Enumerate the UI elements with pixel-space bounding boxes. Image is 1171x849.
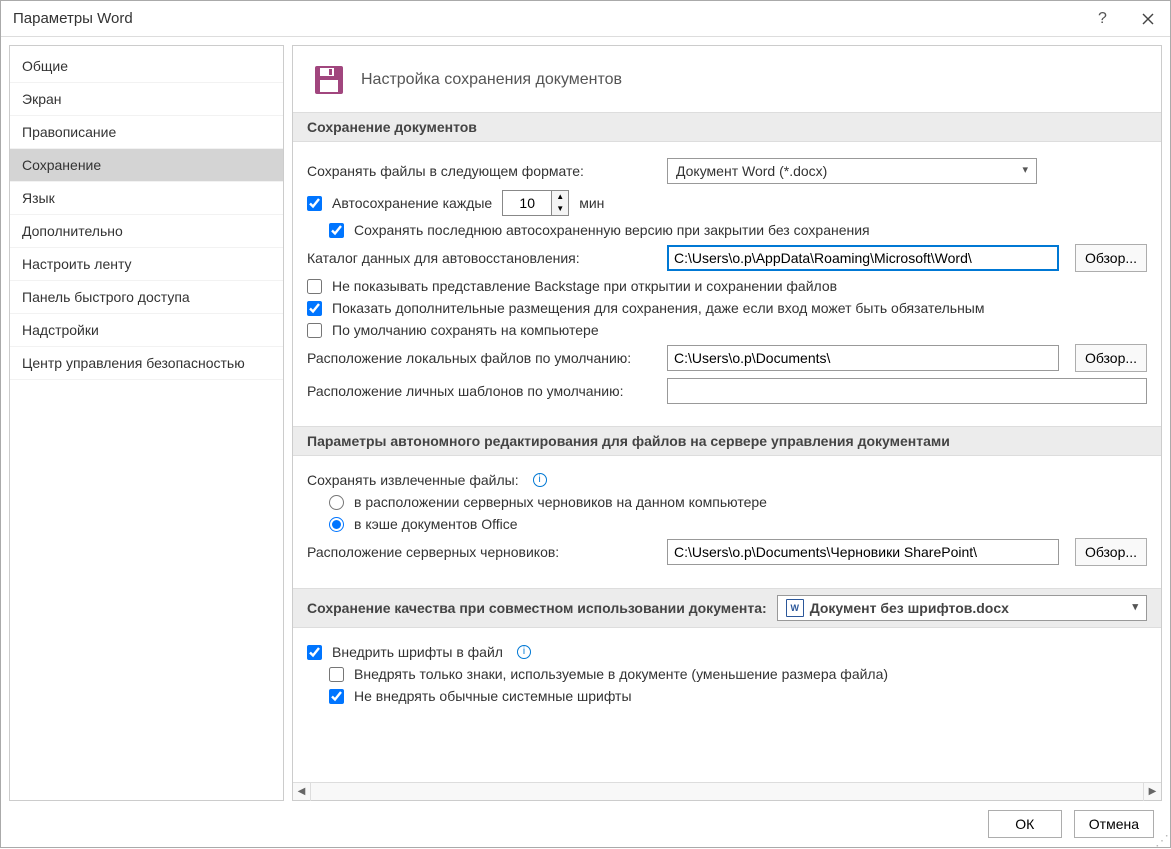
autorecover-dir-label: Каталог данных для автовосстановления: xyxy=(307,250,657,266)
personal-templates-label: Расположение личных шаблонов по умолчани… xyxy=(307,383,657,399)
nav-item-6[interactable]: Настроить ленту xyxy=(10,248,283,281)
default-local-browse-button[interactable]: Обзор... xyxy=(1075,344,1147,372)
no-common-fonts-label: Не внедрять обычные системные шрифты xyxy=(354,688,632,704)
nav-item-2[interactable]: Правописание xyxy=(10,116,283,149)
spin-up[interactable]: ▲ xyxy=(552,191,568,203)
close-icon xyxy=(1142,13,1154,25)
autorecover-dir-input[interactable] xyxy=(667,245,1059,271)
nav-item-9[interactable]: Центр управления безопасностью xyxy=(10,347,283,380)
default-local-dir-label: Расположение локальных файлов по умолчан… xyxy=(307,350,657,366)
default-save-computer-checkbox[interactable] xyxy=(307,323,322,338)
nav-item-1[interactable]: Экран xyxy=(10,83,283,116)
embed-fonts-label: Внедрить шрифты в файл xyxy=(332,644,503,660)
server-drafts-browse-button[interactable]: Обзор... xyxy=(1075,538,1147,566)
format-label: Сохранять файлы в следующем формате: xyxy=(307,163,657,179)
personal-templates-input[interactable] xyxy=(667,378,1147,404)
autosave-unit: мин xyxy=(579,195,604,211)
close-button[interactable] xyxy=(1125,1,1170,37)
show-additional-locations-checkbox[interactable] xyxy=(307,301,322,316)
nav-sidebar: ОбщиеЭкранПравописаниеСохранениеЯзыкДопо… xyxy=(9,45,284,801)
embed-only-used-checkbox[interactable] xyxy=(329,667,344,682)
no-common-fonts-checkbox[interactable] xyxy=(329,689,344,704)
word-doc-icon: W xyxy=(786,599,804,617)
server-drafts-location-label: в расположении серверных черновиков на д… xyxy=(354,494,767,510)
ok-button[interactable]: ОК xyxy=(988,810,1062,838)
save-icon xyxy=(311,62,347,98)
nav-item-8[interactable]: Надстройки xyxy=(10,314,283,347)
resize-grip[interactable]: ⋰ xyxy=(1155,832,1169,846)
page-heading: Настройка сохранения документов xyxy=(361,71,622,89)
nav-item-5[interactable]: Дополнительно xyxy=(10,215,283,248)
horizontal-scrollbar[interactable]: ◀ ▶ xyxy=(293,782,1161,800)
info-icon[interactable]: i xyxy=(533,473,547,487)
spin-down[interactable]: ▼ xyxy=(552,203,568,215)
keep-last-autosave-checkbox[interactable] xyxy=(329,223,344,238)
autosave-label: Автосохранение каждые xyxy=(332,195,492,211)
autosave-interval-spinner[interactable]: ▲ ▼ xyxy=(502,190,569,216)
autosave-interval-input[interactable] xyxy=(503,191,551,215)
nav-item-7[interactable]: Панель быстрого доступа xyxy=(10,281,283,314)
no-backstage-label: Не показывать представление Backstage пр… xyxy=(332,278,837,294)
format-select[interactable]: Документ Word (*.docx) xyxy=(667,158,1037,184)
show-additional-locations-label: Показать дополнительные размещения для с… xyxy=(332,300,985,316)
office-cache-label: в кэше документов Office xyxy=(354,516,518,532)
fidelity-document-select[interactable]: W Документ без шрифтов.docx xyxy=(777,595,1147,621)
office-cache-radio[interactable] xyxy=(329,517,344,532)
keep-last-autosave-label: Сохранять последнюю автосохраненную верс… xyxy=(354,222,870,238)
section-save-documents-header: Сохранение документов xyxy=(293,112,1161,142)
save-checkedout-label: Сохранять извлеченные файлы: xyxy=(307,472,519,488)
cancel-button[interactable]: Отмена xyxy=(1074,810,1154,838)
scroll-left-arrow[interactable]: ◀ xyxy=(293,783,311,801)
help-button[interactable]: ? xyxy=(1080,1,1125,37)
nav-item-3[interactable]: Сохранение xyxy=(10,149,283,182)
default-save-computer-label: По умолчанию сохранять на компьютере xyxy=(332,322,599,338)
autorecover-browse-button[interactable]: Обзор... xyxy=(1075,244,1147,272)
autosave-checkbox[interactable] xyxy=(307,196,322,211)
server-drafts-location-radio[interactable] xyxy=(329,495,344,510)
no-backstage-checkbox[interactable] xyxy=(307,279,322,294)
nav-item-4[interactable]: Язык xyxy=(10,182,283,215)
nav-item-0[interactable]: Общие xyxy=(10,50,283,83)
server-drafts-dir-label: Расположение серверных черновиков: xyxy=(307,544,657,560)
embed-only-used-label: Внедрять только знаки, используемые в до… xyxy=(354,666,888,682)
info-icon[interactable]: i xyxy=(517,645,531,659)
section-offline-editing-header: Параметры автономного редактирования для… xyxy=(293,426,1161,456)
window-title: Параметры Word xyxy=(13,10,1080,27)
embed-fonts-checkbox[interactable] xyxy=(307,645,322,660)
server-drafts-dir-input[interactable] xyxy=(667,539,1059,565)
scroll-right-arrow[interactable]: ▶ xyxy=(1143,783,1161,801)
default-local-dir-input[interactable] xyxy=(667,345,1059,371)
section-preserve-fidelity-header: Сохранение качества при совместном испол… xyxy=(293,588,1161,628)
